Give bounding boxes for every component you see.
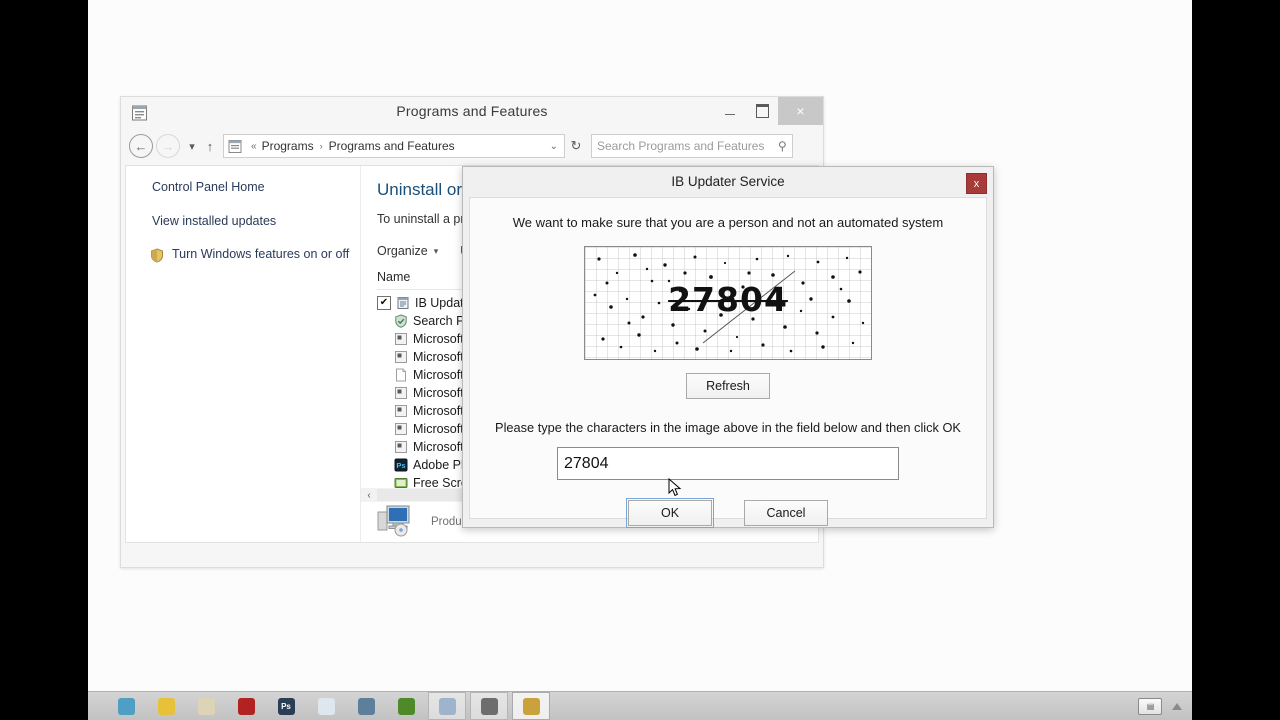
organize-label: Organize: [377, 244, 428, 258]
notepad-icon: [317, 697, 335, 715]
dialog-titlebar: IB Updater Service x: [463, 167, 993, 197]
taskbar-item-notepad[interactable]: [308, 693, 344, 719]
dialog-instruction: Please type the characters in the image …: [495, 420, 961, 435]
taskbar-item-red-app[interactable]: [228, 693, 264, 719]
row-checkbox[interactable]: ✔: [377, 296, 391, 310]
shield-icon: [394, 314, 408, 328]
folder-beige-icon: [197, 697, 215, 715]
document-icon: [394, 368, 408, 382]
taskbar-item-programs-and-features[interactable]: [512, 692, 550, 720]
captcha-code: 27804: [668, 280, 788, 319]
breadcrumb-prefix: «: [251, 140, 257, 152]
sidebar-item-view-installed-updates[interactable]: View installed updates: [152, 214, 360, 230]
msi-icon: [394, 422, 408, 436]
taskbar-item-messenger[interactable]: [428, 692, 466, 720]
captcha-input-container: 27804: [470, 447, 986, 480]
up-button[interactable]: ↑: [201, 139, 219, 154]
browser-teal-icon: [117, 697, 135, 715]
photoshop-icon: Ps: [277, 697, 295, 715]
msi-icon: [394, 350, 408, 364]
search-box[interactable]: Search Programs and Features ⚲: [591, 134, 793, 158]
sidebar-item-control-panel-home[interactable]: Control Panel Home: [152, 180, 360, 196]
sidebar: Control Panel Home View installed update…: [126, 166, 360, 542]
shield-icon: [150, 248, 164, 263]
address-bar[interactable]: « Programs › Programs and Features ⌄: [223, 134, 565, 158]
ok-button[interactable]: OK: [626, 498, 714, 528]
taskbar-item-folder-beige[interactable]: [188, 693, 224, 719]
cancel-button[interactable]: Cancel: [744, 500, 828, 526]
captcha-container: 27804: [470, 246, 986, 360]
dialog-lead-text: We want to make sure that you are a pers…: [512, 215, 944, 230]
chrome-icon: [157, 697, 175, 715]
window-controls: ×: [714, 97, 823, 125]
red-app-icon: [237, 697, 255, 715]
msi-icon: [394, 386, 408, 400]
msi-icon: [394, 404, 408, 418]
captcha-image: 27804: [584, 246, 872, 360]
msi-icon: [394, 332, 408, 346]
svg-text:Ps: Ps: [396, 461, 405, 470]
sidebar-item-turn-windows-features[interactable]: Turn Windows features on or off: [150, 247, 360, 263]
taskbar-item-editor-blue[interactable]: [348, 693, 384, 719]
breadcrumb-item-programs-and-features[interactable]: Programs and Features: [329, 139, 455, 153]
close-button[interactable]: ×: [778, 97, 823, 125]
msi-icon: [394, 440, 408, 454]
search-input[interactable]: Search Programs and Features: [597, 139, 778, 153]
refresh-icon[interactable]: ↻: [565, 138, 587, 154]
taskbar-item-video-recorder[interactable]: [470, 692, 508, 720]
taskbar-items: Ps: [88, 692, 550, 720]
magnifier-icon: ⚲: [778, 139, 787, 153]
computer-icon: [375, 503, 417, 542]
dialog-close-button[interactable]: x: [966, 173, 987, 194]
ib-updater-service-dialog: IB Updater Service x We want to make sur…: [462, 166, 994, 528]
navigation-bar: ← → ▾ ↑ « Programs › Programs and Featur…: [121, 129, 823, 163]
messenger-icon: [438, 697, 456, 715]
taskbar-item-browser-teal[interactable]: [108, 693, 144, 719]
photoshop-icon: Ps: [394, 458, 408, 472]
taskbar-item-green-app[interactable]: [388, 693, 424, 719]
taskbar-item-photoshop[interactable]: Ps: [268, 693, 304, 719]
organize-button[interactable]: Organize ▾: [377, 244, 438, 258]
breadcrumb-item-programs[interactable]: Programs: [262, 139, 314, 153]
maximize-button[interactable]: [746, 97, 778, 125]
breadcrumb-separator: ›: [319, 141, 323, 151]
installer-icon: [396, 296, 410, 310]
minimize-button[interactable]: [714, 97, 746, 125]
dialog-title: IB Updater Service: [671, 174, 785, 189]
taskbar-item-chrome[interactable]: [148, 693, 184, 719]
captcha-input[interactable]: 27804: [557, 447, 899, 480]
address-folder-icon: [228, 139, 242, 154]
system-tray: ▤: [1138, 697, 1192, 715]
programs-and-features-icon: [522, 697, 540, 715]
history-dropdown-icon[interactable]: ▾: [183, 140, 201, 153]
green-app-icon: [397, 697, 415, 715]
window-titlebar: Programs and Features ×: [121, 97, 823, 129]
chevron-down-icon: ▾: [433, 245, 439, 256]
forward-button[interactable]: →: [156, 134, 180, 158]
dialog-body: We want to make sure that you are a pers…: [469, 197, 987, 528]
sidebar-item-label: Turn Windows features on or off: [172, 247, 350, 262]
show-hidden-icons[interactable]: [1172, 702, 1182, 710]
dialog-buttons: OK Cancel: [470, 498, 986, 528]
keyboard-icon[interactable]: ▤: [1138, 697, 1162, 715]
address-dropdown-icon[interactable]: ⌄: [550, 141, 560, 152]
back-button[interactable]: ←: [129, 134, 153, 158]
editor-blue-icon: [357, 697, 375, 715]
refresh-button-container: Refresh: [470, 373, 986, 399]
scroll-left-arrow[interactable]: ‹: [361, 490, 377, 501]
screen: Programs and Features × ← → ▾ ↑ « Progra…: [0, 0, 1280, 720]
taskbar: Ps ▤: [88, 691, 1192, 720]
video-recorder-icon: [480, 697, 498, 715]
refresh-button[interactable]: Refresh: [686, 373, 770, 399]
